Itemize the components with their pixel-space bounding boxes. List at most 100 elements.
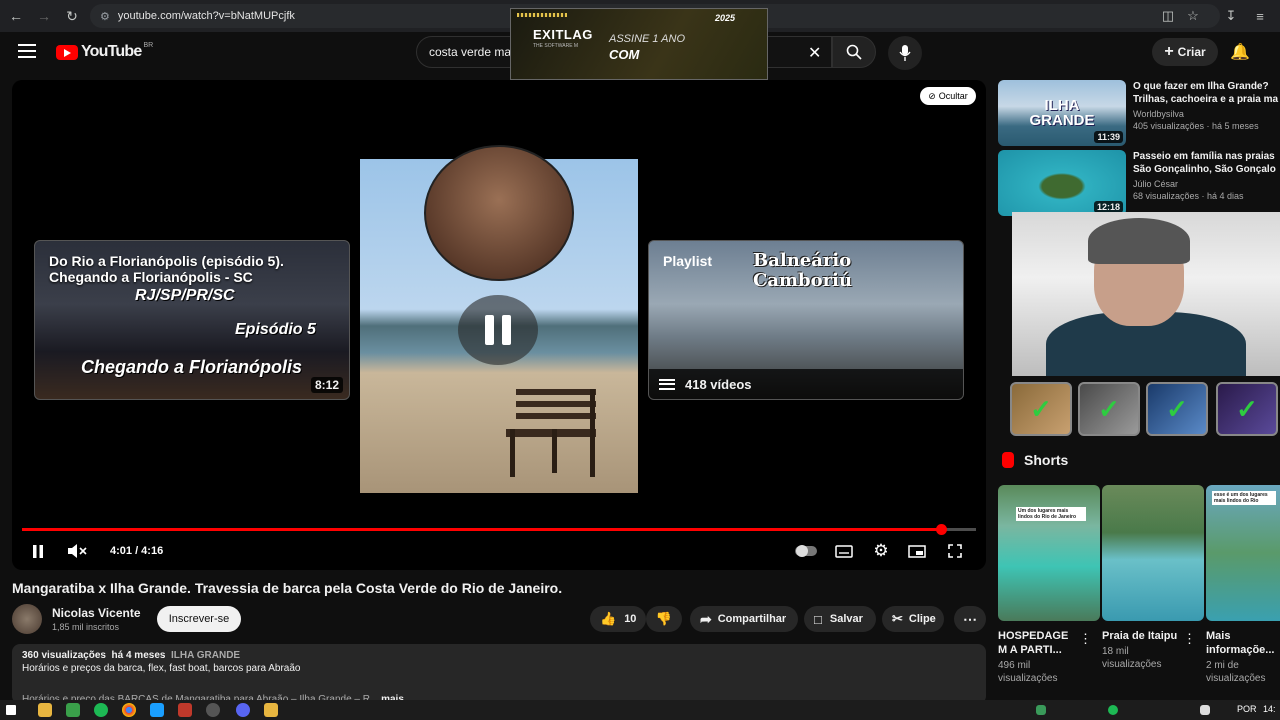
endcard-playlist-right[interactable]: Playlist Balneário Camboriú 418 vídeos — [648, 240, 964, 400]
thumbs-up-icon: 👍 — [600, 611, 617, 626]
site-info-icon[interactable]: ⚙ — [100, 10, 110, 23]
folder-icon[interactable] — [264, 703, 278, 717]
short-item-3[interactable]: esse é um dos lugares mais lindos do Rio… — [1206, 485, 1280, 685]
pause-icon — [33, 544, 43, 558]
forward-icon[interactable]: → — [32, 4, 56, 28]
clear-search-icon[interactable]: ✕ — [808, 43, 821, 63]
short-caption-3: esse é um dos lugares mais lindos do Rio — [1212, 491, 1276, 505]
bookmark-star-icon[interactable]: ☆ — [1181, 4, 1205, 28]
more-actions-button[interactable]: ⋯ — [954, 606, 986, 632]
windows-start-icon[interactable] — [6, 705, 16, 715]
short-item-2[interactable]: Praia de Itaipu 18 mil visualizações ⋮ — [1102, 485, 1204, 671]
logo-region: BR — [143, 41, 154, 49]
subtitles-button[interactable] — [833, 538, 855, 564]
endcard-left-title: Do Rio a Florianópolis (episódio 5). Che… — [49, 253, 284, 285]
channel-name[interactable]: Nicolas Vicente — [52, 606, 141, 620]
install-app-icon[interactable]: ◫ — [1156, 4, 1180, 28]
short-thumbnail-3[interactable]: esse é um dos lugares mais lindos do Rio — [1206, 485, 1280, 621]
ad-stripe — [517, 13, 567, 17]
miniplayer-button[interactable] — [906, 538, 928, 564]
video-player[interactable]: ⊘ Ocultar Do Rio a Florianópolis (episódi… — [12, 80, 986, 570]
sidebar-duration-1: 11:39 — [1094, 131, 1123, 143]
playlist-icon — [659, 378, 675, 390]
search-button[interactable] — [832, 36, 876, 68]
tray-app-icon[interactable] — [1036, 705, 1046, 715]
tray-spotify-icon[interactable] — [1108, 705, 1118, 715]
short-item-1[interactable]: Um dos lugares mais lindos do Rio de Jan… — [998, 485, 1100, 685]
progress-bar[interactable] — [22, 524, 976, 535]
volume-tray-icon[interactable] — [1200, 705, 1210, 715]
hide-label: Ocultar — [938, 91, 968, 101]
short-thumbnail-1[interactable]: Um dos lugares mais lindos do Rio de Jan… — [998, 485, 1100, 621]
eye-off-icon: ⊘ — [928, 90, 936, 101]
create-button[interactable]: + Criar — [1152, 38, 1218, 66]
like-button[interactable]: 👍 10 — [590, 606, 646, 632]
hide-endscreen-button[interactable]: ⊘ Ocultar — [920, 87, 976, 105]
hamburger-menu-icon[interactable] — [18, 44, 36, 58]
endcard-left-duration: 8:12 — [310, 377, 343, 393]
bench-image — [506, 389, 596, 477]
sidebar-video-2[interactable]: 12:18 Passeio em família nas praias São … — [998, 150, 1280, 216]
discord-icon[interactable] — [236, 703, 250, 717]
obs-icon[interactable] — [206, 703, 220, 717]
channel-avatar[interactable] — [12, 604, 42, 634]
short-menu-1-icon[interactable]: ⋮ — [1079, 631, 1092, 647]
search-value: costa verde ma — [429, 45, 512, 59]
time-display: 4:01 / 4:16 — [110, 545, 164, 557]
sidebar-thumbnail-1[interactable]: ILHA GRANDE 11:39 — [998, 80, 1126, 146]
reload-icon[interactable]: ↻ — [60, 4, 84, 28]
description-box[interactable]: 360 visualizações há 4 meses ILHA GRANDE… — [12, 644, 986, 705]
taskbar-clock[interactable]: 14: — [1263, 704, 1276, 714]
endcard-video-left[interactable]: Do Rio a Florianópolis (episódio 5). Che… — [34, 240, 350, 400]
share-label: Compartilhar — [717, 613, 787, 625]
spotify-icon[interactable] — [94, 703, 108, 717]
mute-button[interactable] — [66, 538, 88, 564]
download-icon[interactable]: ↧ — [1219, 4, 1243, 28]
playlist-count: 418 vídeos — [685, 376, 752, 392]
sidebar-thumbnail-2[interactable]: 12:18 — [998, 150, 1126, 216]
bookmark-icon: □ — [814, 611, 822, 627]
ad-brand: EXITLAG — [533, 27, 593, 42]
save-button[interactable]: □ Salvar — [804, 606, 876, 632]
short-menu-2-icon[interactable]: ⋮ — [1183, 631, 1196, 647]
progress-scrubber[interactable] — [936, 524, 948, 535]
autoplay-toggle[interactable] — [794, 538, 818, 564]
youtube-logo[interactable]: YouTube BR — [56, 41, 154, 61]
hashtag-link[interactable]: ILHA GRANDE — [171, 650, 240, 661]
file-explorer-icon[interactable] — [38, 703, 52, 717]
check-badge-3-icon: ✓ — [1146, 382, 1208, 436]
sidebar-meta-2: 68 visualizações · há 4 dias — [1133, 191, 1244, 201]
back-icon[interactable]: ← — [4, 4, 28, 28]
settings-button[interactable]: ⚙ — [870, 538, 892, 564]
endcard-channel-subscribe[interactable] — [360, 145, 638, 493]
subtitles-icon — [835, 544, 853, 558]
video-title: Mangaratiba x Ilha Grande. Travessia de … — [12, 580, 563, 596]
sidebar-title-1: O que fazer em Ilha Grande? Trilhas, cac… — [1133, 81, 1279, 105]
dislike-button[interactable]: 👎 — [646, 606, 682, 632]
fullscreen-button[interactable] — [944, 538, 966, 564]
endcard-left-overlay2: Episódio 5 — [235, 321, 316, 338]
player-controls: 4:01 / 4:16 ⚙ — [12, 538, 986, 564]
check-badge-4-icon: ✓ — [1216, 382, 1278, 436]
app-red-icon[interactable] — [178, 703, 192, 717]
pause-overlay-icon[interactable] — [458, 295, 538, 365]
clip-button[interactable]: ✂ Clipe — [882, 606, 944, 632]
voice-search-button[interactable] — [888, 36, 922, 70]
more-horizontal-icon: ⋯ — [963, 610, 977, 627]
short-views-3: 2 mi de visualizações — [1206, 660, 1266, 684]
notifications-bell-icon[interactable]: 🔔 — [1230, 42, 1250, 62]
share-button[interactable]: ➦ Compartilhar — [690, 606, 798, 632]
windows-taskbar: POR 14: — [0, 700, 1280, 720]
sidebar-info-1: O que fazer em Ilha Grande? Trilhas, cac… — [1133, 80, 1280, 131]
subscribe-button[interactable]: Inscrever-se — [157, 606, 241, 632]
reading-list-icon[interactable]: ≡ — [1248, 4, 1272, 28]
steam-icon[interactable] — [150, 703, 164, 717]
ad-line2: COM — [609, 47, 640, 62]
input-language[interactable]: POR — [1237, 704, 1257, 714]
short-thumbnail-2[interactable] — [1102, 485, 1204, 621]
sidebar-video-1[interactable]: ILHA GRANDE 11:39 O que fazer em Ilha Gr… — [998, 80, 1280, 146]
chrome-icon[interactable] — [122, 703, 136, 717]
pause-button[interactable] — [28, 538, 48, 564]
xbox-icon[interactable] — [66, 703, 80, 717]
exitlag-ad-banner[interactable]: EXITLAG THE SOFTWARE M ASSINE 1 ANO COM … — [510, 8, 768, 80]
